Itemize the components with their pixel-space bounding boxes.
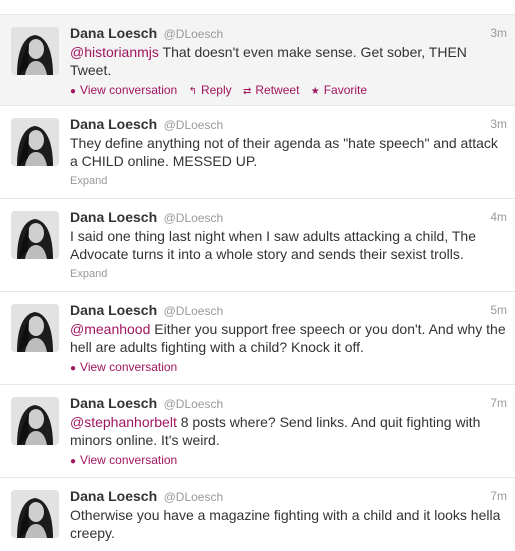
author-name[interactable]: Dana Loesch — [70, 302, 157, 318]
tweet-text: Otherwise you have a magazine fighting w… — [70, 507, 501, 541]
tweet-header: Dana Loesch @DLoesch 3m — [70, 24, 507, 42]
avatar[interactable] — [11, 211, 59, 259]
tweet-actions: ● View conversation — [70, 452, 507, 470]
tweet-item[interactable]: Dana Loesch @DLoesch 5m @meanhood Either… — [0, 292, 515, 385]
tweet-header: Dana Loesch @DLoesch 5m — [70, 301, 507, 319]
timestamp[interactable]: 4m — [490, 208, 507, 226]
tweet-item[interactable]: Dana Loesch @DLoesch 7m @stephanhorbelt … — [0, 385, 515, 478]
tweet-content: Dana Loesch @DLoesch 4m I said one thing… — [70, 208, 507, 281]
retweet-label: Retweet — [255, 83, 300, 97]
view-conversation-label: View conversation — [80, 453, 178, 467]
view-conversation-link[interactable]: ● View conversation — [70, 82, 177, 100]
author-name[interactable]: Dana Loesch — [70, 209, 157, 225]
author-handle[interactable]: @DLoesch — [164, 211, 224, 225]
author-handle[interactable]: @DLoesch — [164, 397, 224, 411]
tweet-content: Dana Loesch @DLoesch 3m They define anyt… — [70, 115, 507, 188]
tweet-header: Dana Loesch @DLoesch 4m — [70, 208, 507, 226]
tweet-header: Dana Loesch @DLoesch 3m — [70, 115, 507, 133]
timestamp[interactable]: 7m — [490, 394, 507, 412]
author-name[interactable]: Dana Loesch — [70, 116, 157, 132]
view-conversation-label: View conversation — [80, 360, 178, 374]
view-conversation-label: View conversation — [80, 83, 178, 97]
reply-arrow-icon: ↰ — [188, 86, 197, 97]
mention-link[interactable]: @historianmjs — [70, 44, 159, 60]
tweet-item[interactable]: Dana Loesch @DLoesch 7m Otherwise you ha… — [0, 478, 515, 551]
tweet-content: Dana Loesch @DLoesch 5m @meanhood Either… — [70, 301, 507, 377]
avatar[interactable] — [11, 118, 59, 166]
tweet-text: @stephanhorbelt 8 posts where? Send link… — [70, 413, 507, 449]
tweet-text: I said one thing last night when I saw a… — [70, 228, 476, 262]
tweet-content: Dana Loesch @DLoesch 7m @stephanhorbelt … — [70, 394, 507, 470]
author-name[interactable]: Dana Loesch — [70, 395, 157, 411]
tweet-content: Dana Loesch @DLoesch 7m Otherwise you ha… — [70, 487, 507, 542]
tweet-actions: ● View conversation — [70, 359, 507, 377]
tweet-item[interactable]: Dana Loesch @DLoesch 3m @historianmjs Th… — [0, 15, 515, 106]
tweet-item[interactable]: Dana Loesch @DLoesch 4m I said one thing… — [0, 199, 515, 292]
avatar[interactable] — [11, 304, 59, 352]
tweet-text: @meanhood Either you support free speech… — [70, 320, 507, 356]
tweet-header: Dana Loesch @DLoesch 7m — [70, 487, 507, 505]
mention-link[interactable]: @meanhood — [70, 321, 150, 337]
author-handle[interactable]: @DLoesch — [164, 490, 224, 504]
tweet-timeline: Dana Loesch @DLoesch 3m @historianmjs Th… — [0, 14, 515, 551]
tweet-actions: ● View conversation ↰ Reply ⇄ Retweet ★ Favo… — [70, 82, 507, 100]
author-handle[interactable]: @DLoesch — [164, 118, 224, 132]
avatar[interactable] — [11, 27, 59, 75]
tweet-item[interactable]: Dana Loesch @DLoesch 3m They define anyt… — [0, 106, 515, 199]
timestamp[interactable]: 3m — [490, 24, 507, 42]
favorite-button[interactable]: ★ Favorite — [311, 82, 367, 100]
author-handle[interactable]: @DLoesch — [164, 304, 224, 318]
speech-bubble-icon: ● — [70, 86, 77, 97]
timestamp[interactable]: 5m — [490, 301, 507, 319]
tweet-header: Dana Loesch @DLoesch 7m — [70, 394, 507, 412]
tweet-content: Dana Loesch @DLoesch 3m @historianmjs Th… — [70, 24, 507, 100]
expand-link[interactable]: Expand — [70, 174, 507, 188]
timestamp[interactable]: 3m — [490, 115, 507, 133]
tweet-text: @historianmjs That doesn't even make sen… — [70, 43, 507, 79]
author-handle[interactable]: @DLoesch — [164, 27, 224, 41]
mention-link[interactable]: @stephanhorbelt — [70, 414, 177, 430]
timestamp[interactable]: 7m — [490, 487, 507, 505]
favorite-label: Favorite — [323, 83, 368, 97]
reply-label: Reply — [200, 83, 232, 97]
retweet-button[interactable]: ⇄ Retweet — [243, 82, 299, 100]
avatar[interactable] — [11, 397, 59, 445]
star-icon: ★ — [310, 86, 320, 97]
retweet-icon: ⇄ — [242, 86, 252, 97]
view-conversation-link[interactable]: ● View conversation — [70, 452, 177, 470]
view-conversation-link[interactable]: ● View conversation — [70, 359, 177, 377]
speech-bubble-icon: ● — [70, 456, 77, 467]
author-name[interactable]: Dana Loesch — [70, 488, 157, 504]
author-name[interactable]: Dana Loesch — [70, 25, 157, 41]
avatar[interactable] — [11, 490, 59, 538]
speech-bubble-icon: ● — [70, 363, 77, 374]
tweet-text: They define anything not of their agenda… — [70, 135, 498, 169]
reply-button[interactable]: ↰ Reply — [189, 82, 232, 100]
expand-link[interactable]: Expand — [70, 267, 507, 281]
